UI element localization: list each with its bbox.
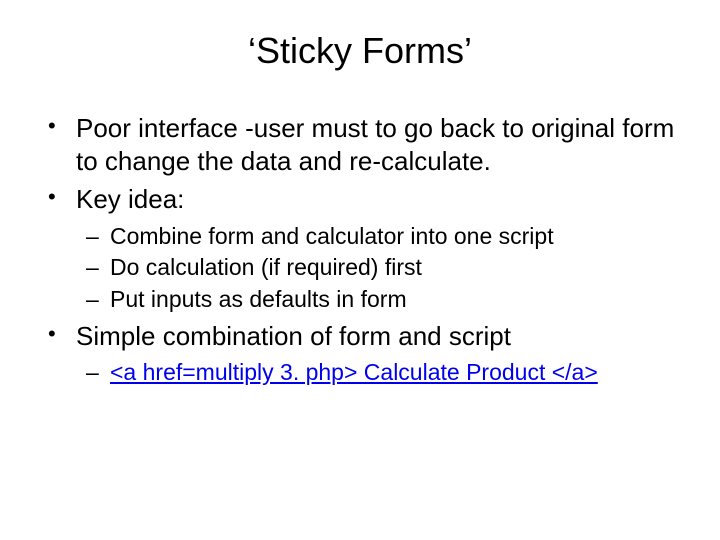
bullet-list-level2: <a href=multiply 3. php> Calculate Produ… bbox=[76, 358, 690, 387]
slide-content: Poor interface -user must to go back to … bbox=[30, 112, 690, 387]
slide-title: ‘Sticky Forms’ bbox=[30, 30, 690, 72]
bullet-item: Simple combination of form and script <a… bbox=[30, 320, 690, 387]
sub-bullet-text: Put inputs as defaults in form bbox=[110, 286, 407, 312]
sub-bullet-item: Do calculation (if required) first bbox=[76, 253, 690, 282]
sub-bullet-item: Put inputs as defaults in form bbox=[76, 285, 690, 314]
code-link[interactable]: <a href=multiply 3. php> Calculate Produ… bbox=[110, 359, 598, 385]
bullet-text: Poor interface -user must to go back to … bbox=[76, 113, 674, 176]
bullet-list-level1: Poor interface -user must to go back to … bbox=[30, 112, 690, 387]
bullet-text: Key idea: bbox=[76, 184, 184, 214]
sub-bullet-text: Combine form and calculator into one scr… bbox=[110, 223, 554, 249]
sub-bullet-text: Do calculation (if required) first bbox=[110, 254, 422, 280]
bullet-item: Poor interface -user must to go back to … bbox=[30, 112, 690, 177]
sub-bullet-item: <a href=multiply 3. php> Calculate Produ… bbox=[76, 358, 690, 387]
bullet-list-level2: Combine form and calculator into one scr… bbox=[76, 222, 690, 314]
bullet-text: Simple combination of form and script bbox=[76, 321, 511, 351]
sub-bullet-item: Combine form and calculator into one scr… bbox=[76, 222, 690, 251]
bullet-item: Key idea: Combine form and calculator in… bbox=[30, 183, 690, 314]
